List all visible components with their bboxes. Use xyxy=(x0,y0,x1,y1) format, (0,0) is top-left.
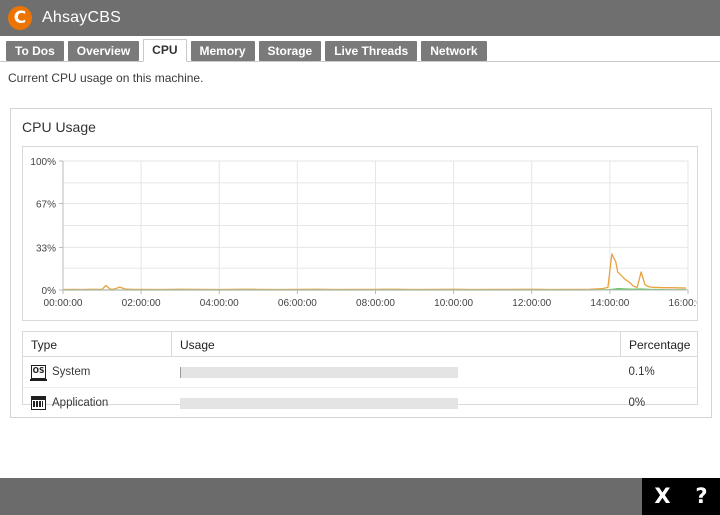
tab-storage[interactable]: Storage xyxy=(258,41,322,61)
svg-text:12:00:00: 12:00:00 xyxy=(512,298,551,309)
tab-network[interactable]: Network xyxy=(421,41,487,61)
help-icon[interactable]: ? xyxy=(695,486,707,507)
cell-usage xyxy=(172,388,621,419)
svg-text:06:00:00: 06:00:00 xyxy=(278,298,317,309)
svg-text:67%: 67% xyxy=(36,200,56,211)
cell-percentage: 0% xyxy=(628,397,646,409)
footer-bar: X ? xyxy=(0,478,720,515)
page-description: Current CPU usage on this machine. xyxy=(8,71,204,85)
chart-y-tick-labels: 100% 67% 33% 0% xyxy=(30,157,63,297)
svg-text:00:00:00: 00:00:00 xyxy=(44,298,83,309)
svg-text:0%: 0% xyxy=(42,286,57,297)
tab-cpu[interactable]: CPU xyxy=(143,39,187,62)
tab-bar: To Dos Overview CPU Memory Storage Live … xyxy=(0,36,720,62)
table-row[interactable]: System 0.1% xyxy=(23,356,697,388)
usage-bar-application xyxy=(179,397,458,409)
cpu-usage-panel: CPU Usage 100% 67% 33% 0% 00:00:00 02:00:00 0… xyxy=(10,108,712,418)
chart-series-layer xyxy=(62,253,687,291)
footer-actions: X ? xyxy=(642,478,720,515)
tab-to-dos[interactable]: To Dos xyxy=(6,41,64,61)
svg-text:02:00:00: 02:00:00 xyxy=(122,298,161,309)
os-monitor-icon xyxy=(30,365,47,381)
column-header-percentage: Percentage xyxy=(620,332,697,357)
ahsay-c-logo-icon xyxy=(8,6,32,30)
tab-live-threads[interactable]: Live Threads xyxy=(325,41,418,61)
panel-title: CPU Usage xyxy=(22,119,96,135)
cpu-usage-table: Type Usage Percentage System xyxy=(23,332,697,418)
svg-text:33%: 33% xyxy=(36,243,56,254)
row-type-label: Application xyxy=(52,397,109,409)
application-icon xyxy=(31,396,46,410)
svg-text:08:00:00: 08:00:00 xyxy=(356,298,395,309)
svg-text:16:00:00: 16:00:00 xyxy=(669,298,697,309)
cpu-usage-chart-svg: 100% 67% 33% 0% 00:00:00 02:00:00 04:00:00 06:… xyxy=(30,157,697,309)
title-bar: AhsayCBS xyxy=(0,0,720,36)
close-icon[interactable]: X xyxy=(654,486,670,507)
column-header-type: Type xyxy=(23,332,172,357)
tab-overview[interactable]: Overview xyxy=(67,41,140,61)
column-header-usage: Usage xyxy=(171,332,621,357)
svg-text:100%: 100% xyxy=(30,157,56,168)
svg-text:04:00:00: 04:00:00 xyxy=(200,298,239,309)
tab-memory[interactable]: Memory xyxy=(190,41,255,61)
row-type-label: System xyxy=(52,366,91,378)
cell-type: System xyxy=(23,356,172,388)
cell-type: Application xyxy=(23,388,172,419)
table-header-row: Type Usage Percentage xyxy=(23,332,697,357)
cpu-usage-table-container: Type Usage Percentage System xyxy=(22,331,698,410)
usage-bar-system xyxy=(179,366,458,378)
app-title: AhsayCBS xyxy=(42,9,121,26)
cell-usage xyxy=(171,356,621,388)
svg-text:10:00:00: 10:00:00 xyxy=(434,298,473,309)
chart-gridlines xyxy=(63,160,689,291)
table-row[interactable]: Application 0% xyxy=(23,388,697,419)
cell-percentage: 0.1% xyxy=(620,356,697,388)
cpu-usage-chart: 100% 67% 33% 0% 00:00:00 02:00:00 04:00:00 06:… xyxy=(22,146,698,321)
chart-x-tick-labels: 00:00:00 02:00:00 04:00:00 06:00:00 08:00:00… xyxy=(44,290,697,309)
svg-text:14:00:00: 14:00:00 xyxy=(590,298,629,309)
